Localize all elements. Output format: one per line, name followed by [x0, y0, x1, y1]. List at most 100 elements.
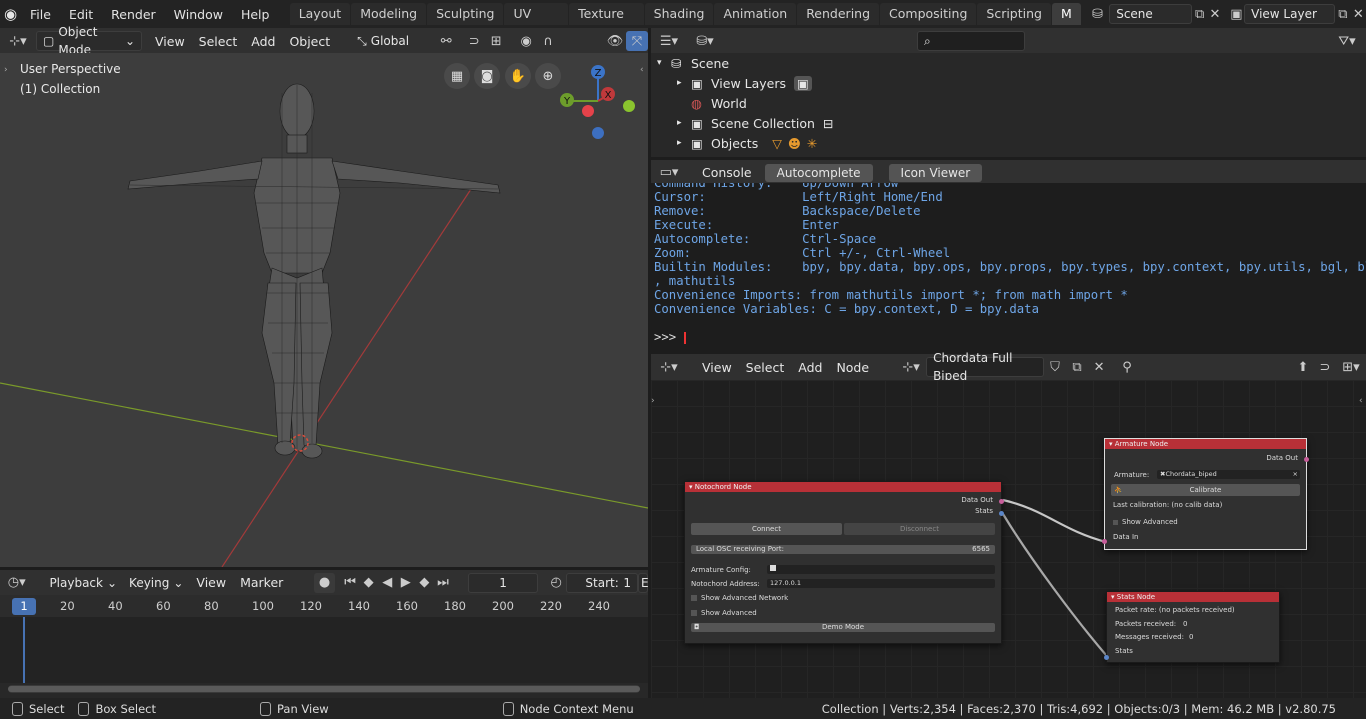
- checkbox-icon[interactable]: [691, 610, 697, 616]
- outliner-item-scene-collection[interactable]: ▸ ▣ Scene Collection ⊟: [651, 113, 1366, 133]
- checkbox-icon[interactable]: [1113, 519, 1118, 525]
- node-editor[interactable]: › ‹ ▾ Notochord Node Data Out Stats Conn…: [651, 380, 1366, 698]
- next-keyframe-icon[interactable]: ◆: [415, 573, 434, 593]
- port-field[interactable]: Local OSC receiving Port: 6565: [691, 545, 995, 554]
- stats-node[interactable]: ▾ Stats Node Packet rate: (no packets re…: [1104, 591, 1280, 663]
- start-frame-field[interactable]: Start: 1: [566, 572, 638, 593]
- console-editor-type-icon[interactable]: ▭▾: [651, 163, 687, 183]
- camera-icon[interactable]: ◙: [474, 63, 500, 89]
- current-frame-field[interactable]: 1: [468, 572, 538, 593]
- editor-type-icon[interactable]: ⊹▾: [0, 31, 36, 51]
- socket-data-in[interactable]: [1102, 539, 1107, 544]
- advanced-network-checkbox[interactable]: Show Advanced Network: [691, 594, 995, 602]
- blender-logo-icon[interactable]: ◉: [0, 5, 21, 23]
- play-reverse-icon[interactable]: ◀: [378, 573, 397, 593]
- view-layer-field[interactable]: View Layer: [1244, 4, 1336, 24]
- disconnect-button[interactable]: Disconnect: [844, 523, 995, 535]
- scene-name-field[interactable]: Scene: [1109, 4, 1192, 24]
- tab-layout[interactable]: Layout: [289, 3, 351, 25]
- node-header[interactable]: ▾ Armature Node: [1105, 439, 1306, 449]
- socket-data-out[interactable]: [1304, 457, 1309, 462]
- 3d-viewport[interactable]: User Perspective (1) Collection › ‹ ▦ ◙ …: [0, 53, 648, 567]
- node-menu-add[interactable]: Add: [791, 360, 829, 375]
- armature-field[interactable]: ✖ Chordata_biped ×: [1157, 470, 1300, 479]
- outliner-item-scene[interactable]: ▾ ⛁ Scene: [651, 53, 1366, 73]
- armature-advanced-checkbox[interactable]: Show Advanced: [1113, 518, 1298, 526]
- visibility-icon[interactable]: 👁: [604, 31, 626, 51]
- viewport-menu-select[interactable]: Select: [192, 34, 245, 49]
- console-prompt[interactable]: >>>: [651, 330, 1366, 344]
- keying-dropdown[interactable]: Keying ⌄: [123, 572, 190, 593]
- tab-texture-paint[interactable]: Texture Paint: [569, 3, 644, 43]
- close-view-layer-icon[interactable]: ✕: [1351, 4, 1366, 24]
- playback-dropdown[interactable]: Playback ⌄: [43, 572, 124, 593]
- node-tree-name-field[interactable]: Chordata Full Biped: [926, 351, 1045, 383]
- tab-m[interactable]: M: [1051, 3, 1081, 25]
- unlink-tree-icon[interactable]: ✕: [1088, 357, 1110, 377]
- timeline-menu-view[interactable]: View: [189, 575, 233, 590]
- pivot-icon[interactable]: ⚯: [435, 31, 457, 51]
- copy-view-layer-icon[interactable]: ⧉: [1335, 4, 1350, 24]
- socket-stats-out[interactable]: [999, 511, 1004, 516]
- current-frame-badge[interactable]: 1: [12, 598, 36, 615]
- navigation-gizmo[interactable]: Z X Y: [555, 61, 645, 151]
- clear-icon[interactable]: ×: [1293, 470, 1300, 479]
- timeline-menu-marker[interactable]: Marker: [233, 575, 290, 590]
- neg-x-axis-icon[interactable]: [582, 105, 594, 117]
- neg-y-axis-icon[interactable]: [623, 100, 635, 112]
- checkbox-icon[interactable]: [691, 595, 697, 601]
- tab-uv-editing[interactable]: UV Editing: [504, 3, 569, 43]
- jump-start-icon[interactable]: ⏮: [341, 573, 360, 593]
- outliner-item-view-layers[interactable]: ▸ ▣ View Layers ▣: [651, 73, 1366, 93]
- expand-icon[interactable]: ▸: [677, 118, 691, 128]
- transform-orientation-dropdown[interactable]: ⤡ Global: [351, 31, 432, 51]
- tab-shading[interactable]: Shading: [644, 3, 714, 25]
- mode-dropdown[interactable]: ▢ Object Mode ⌄: [36, 25, 142, 57]
- timeline-editor-type-icon[interactable]: ◷▾: [0, 573, 33, 593]
- armature-config-field[interactable]: [767, 565, 995, 574]
- toolbar-expand-icon[interactable]: ›: [4, 65, 8, 75]
- node-header[interactable]: ▾ Stats Node: [1107, 592, 1279, 602]
- copy-scene-icon[interactable]: ⧉: [1192, 4, 1207, 24]
- jump-end-icon[interactable]: ⏭: [434, 573, 453, 593]
- snap-target-icon[interactable]: ⊞: [485, 31, 507, 51]
- playhead[interactable]: [23, 617, 25, 683]
- view-layer-icon[interactable]: ▣: [1229, 4, 1244, 24]
- menu-file[interactable]: File: [21, 7, 60, 22]
- record-icon[interactable]: ●: [314, 572, 335, 593]
- tab-animation[interactable]: Animation: [714, 3, 797, 25]
- falloff-icon[interactable]: ∩: [537, 31, 559, 51]
- tab-console[interactable]: Console: [695, 165, 759, 180]
- scrollbar-thumb[interactable]: [8, 686, 640, 692]
- socket-data-out[interactable]: [999, 499, 1004, 504]
- viewport-menu-view[interactable]: View: [148, 34, 192, 49]
- tab-compositing[interactable]: Compositing: [880, 3, 977, 25]
- menu-edit[interactable]: Edit: [60, 7, 102, 22]
- view-grid-icon[interactable]: ▦: [444, 63, 470, 89]
- menu-window[interactable]: Window: [165, 7, 232, 22]
- filter-icon[interactable]: ⛛▾: [1332, 31, 1362, 51]
- close-scene-icon[interactable]: ✕: [1207, 4, 1222, 24]
- snap-target-node-icon[interactable]: ⊞▾: [1336, 357, 1366, 377]
- gizmo-toggle-icon[interactable]: ⤧: [626, 31, 648, 51]
- proportional-edit-icon[interactable]: ◉: [515, 31, 537, 51]
- tab-autocomplete[interactable]: Autocomplete: [764, 163, 873, 182]
- frame-ruler[interactable]: 1 20 40 60 80 100 120 140 160 180 200 220 240: [0, 595, 648, 617]
- tab-scripting[interactable]: Scripting: [977, 3, 1051, 25]
- node-menu-select[interactable]: Select: [739, 360, 792, 375]
- connect-button[interactable]: Connect: [691, 523, 842, 535]
- viewport-menu-add[interactable]: Add: [244, 34, 282, 49]
- demo-mode-button[interactable]: ◘ Demo Mode: [691, 623, 995, 632]
- neg-z-axis-icon[interactable]: [592, 127, 604, 139]
- expand-icon[interactable]: ▸: [677, 78, 691, 88]
- tab-rendering[interactable]: Rendering: [797, 3, 880, 25]
- parent-tree-icon[interactable]: ⬆: [1292, 357, 1314, 377]
- armature-node[interactable]: ▾ Armature Node Data Out Armature: ✖ Cho…: [1102, 438, 1309, 550]
- snap-icon[interactable]: ⊃: [463, 31, 485, 51]
- timeline-scrollbar[interactable]: [8, 685, 640, 693]
- duplicate-tree-icon[interactable]: ⧉: [1066, 357, 1088, 377]
- outliner-item-objects[interactable]: ▸ ▣ Objects ▽ ☻ ✳: [651, 133, 1366, 153]
- fake-user-icon[interactable]: ⛉: [1044, 357, 1066, 377]
- python-console[interactable]: Command History: Up/Down Arrow Cursor: Le…: [651, 183, 1366, 350]
- node-header[interactable]: ▾ Notochord Node: [685, 482, 1001, 492]
